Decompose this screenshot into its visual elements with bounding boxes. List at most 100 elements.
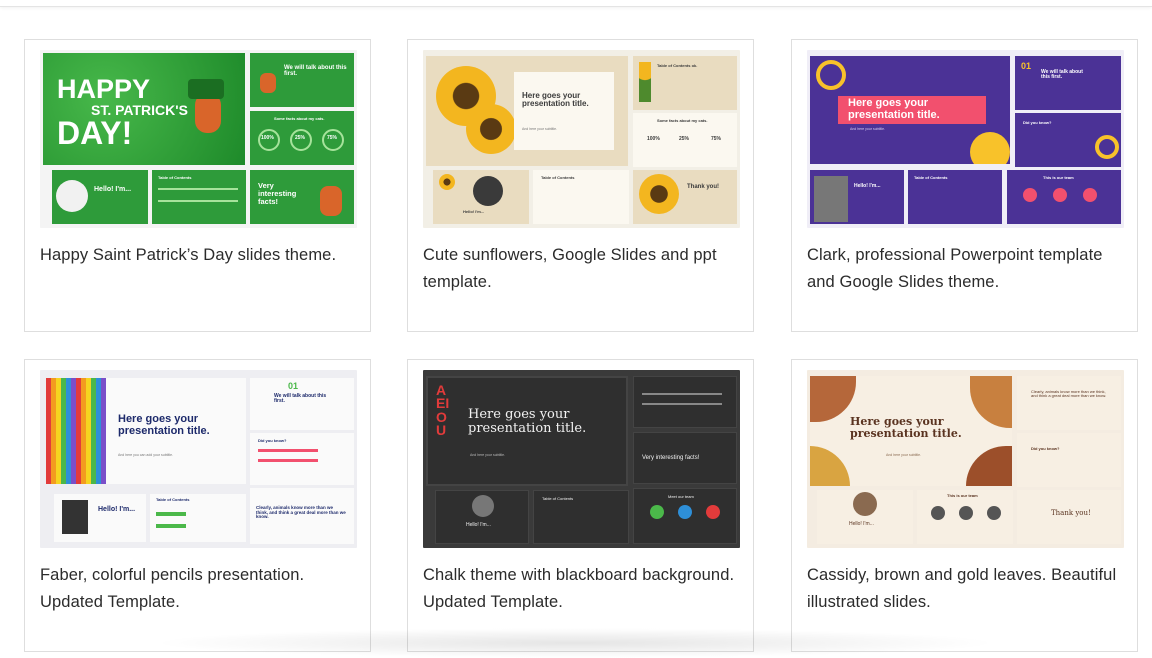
slide-preview-block [816, 60, 846, 90]
template-card-clark[interactable]: Here goes your presentation title. And h… [791, 39, 1138, 332]
slide-preview-block: 01 We will talk about this first. [250, 378, 354, 430]
slide-preview-block: Here goes your presentation title. And h… [426, 56, 628, 166]
slide-preview-block: Some facts about my cats. 100% 25% 75% [250, 111, 354, 165]
slide-preview-block: Table of Contents [533, 490, 629, 544]
slide-preview-text: And here your subtitle. [850, 127, 886, 131]
template-card-chalk[interactable]: AEIOU Here goes your presentation title.… [407, 359, 754, 652]
slide-preview-block [188, 79, 224, 99]
slide-preview-block [320, 186, 342, 216]
slide-preview-text: Hello! I'm... [466, 522, 491, 528]
slide-preview-block: Here goes your presentation title. And h… [810, 376, 1012, 486]
slide-preview-block: Here goes your presentation title. And h… [810, 56, 1010, 164]
slide-preview-text: 01 [1021, 61, 1032, 71]
card-caption[interactable]: Happy Saint Patrick’s Day slides theme. [40, 242, 358, 269]
thumbnail-faber[interactable]: Here goes your presentation title. And h… [40, 370, 357, 548]
slide-preview-text: Table of Contents [156, 497, 190, 502]
slide-preview-text: Thank you! [687, 184, 720, 190]
slide-preview-text: We will talk about this first. [1041, 69, 1083, 81]
slide-preview-block [46, 378, 106, 484]
thumbnail-chalk[interactable]: AEIOU Here goes your presentation title.… [423, 370, 740, 548]
slide-preview-block: Did you know? [250, 433, 354, 485]
card-caption[interactable]: Cassidy, brown and gold leaves. Beautifu… [807, 562, 1125, 616]
slide-preview-block: Here goes your presentation title. And h… [46, 378, 246, 484]
slide-preview-block [642, 393, 722, 395]
slide-preview-text: We will talk about this first. [274, 393, 327, 405]
slide-preview-text: Some facts about my cats. [274, 116, 325, 121]
slide-preview-block: Table of Contents [533, 170, 629, 224]
slide-preview-text: 25% [295, 135, 306, 141]
slide-preview-block [158, 200, 238, 202]
thumbnail-clark[interactable]: Here goes your presentation title. And h… [807, 50, 1124, 228]
slide-preview-block [156, 524, 186, 528]
slide-preview-text: Thank you! [1051, 509, 1091, 517]
slide-preview-block [1083, 188, 1097, 202]
slide-preview-text: This is our team [1043, 175, 1074, 180]
slide-preview-text: DAY! [57, 115, 133, 151]
slide-preview-text: And here you can add your subtitle. [118, 453, 174, 457]
slide-preview-text: Did you know? [258, 438, 287, 443]
slide-preview-block [810, 446, 850, 486]
slide-preview-text: Clearly, animals know more than we think… [1031, 389, 1107, 399]
slide-preview-block: Clearly, animals know more than we think… [1017, 376, 1121, 430]
card-caption[interactable]: Faber, colorful pencils presentation. Up… [40, 562, 358, 616]
slide-preview-text: Table of Contents ok. [657, 63, 698, 68]
slide-preview-block [642, 403, 722, 405]
slide-preview-text: Hello! I'm... [849, 521, 874, 527]
slide-preview-block [931, 506, 945, 520]
slide-preview-block: Hello! I'm... [817, 490, 913, 544]
card-caption[interactable]: Chalk theme with blackboard background. … [423, 562, 741, 616]
slide-preview-block [258, 449, 318, 452]
card-caption[interactable]: Clark, professional Powerpoint template … [807, 242, 1125, 296]
slide-preview-block: Hello! I'm... [54, 494, 146, 542]
slide-preview-text: And here your subtitle. [886, 453, 922, 457]
slide-preview-text: 01 [288, 381, 299, 391]
slide-preview-text: Table of Contents [541, 175, 575, 180]
slide-preview-block [514, 72, 614, 150]
slide-preview-text: Very interesting facts! [258, 181, 297, 206]
slide-preview-text: Table of Contents [158, 175, 192, 180]
slide-preview-text: And here your subtitle. [470, 453, 506, 457]
slide-preview-block [156, 512, 186, 516]
slide-preview-block: Hello! I'm... [52, 170, 148, 224]
template-card-sunflowers[interactable]: Here goes your presentation title. And h… [407, 39, 754, 332]
card-caption[interactable]: Cute sunflowers, Google Slides and ppt t… [423, 242, 741, 296]
template-card-cassidy[interactable]: Here goes your presentation title. And h… [791, 359, 1138, 652]
slide-preview-text: Here goes your presentation title. [522, 91, 589, 109]
slide-preview-text: This is our team [947, 493, 978, 498]
slide-preview-block: Very interesting facts! [250, 170, 354, 224]
slide-preview-text: We will talk about this first. [284, 65, 347, 78]
slide-preview-block [1023, 188, 1037, 202]
thumbnail-sunflowers[interactable]: Here goes your presentation title. And h… [423, 50, 740, 228]
slide-preview-block [158, 188, 238, 190]
slide-preview-block [970, 132, 1010, 164]
slide-preview-text: Hello! I'm... [94, 186, 132, 193]
slide-preview-block [706, 505, 720, 519]
slide-preview-block: Clearly, animals know more than we think… [250, 488, 354, 544]
slide-preview-block [1095, 135, 1119, 159]
slide-preview-block: Table of Contents ok. [633, 56, 737, 110]
top-bar [0, 0, 1152, 7]
slide-preview-block: Did you know? [1015, 113, 1121, 167]
slide-preview-block: We will talk about this first. [250, 53, 354, 107]
bottom-fade-shadow [150, 628, 1000, 658]
slide-preview-text: Here goes your presentation title. [468, 407, 587, 436]
template-card-faber[interactable]: Here goes your presentation title. And h… [24, 359, 371, 652]
slide-preview-block [439, 174, 455, 190]
thumbnail-cassidy[interactable]: Here goes your presentation title. And h… [807, 370, 1124, 548]
slide-preview-block [987, 506, 1001, 520]
thumbnail-saint-patricks[interactable]: HAPPY ST. PATRICK'S DAY! We will talk ab… [40, 50, 357, 228]
slide-preview-text: And here your subtitle. [522, 127, 558, 131]
slide-preview-block [472, 495, 494, 517]
slide-preview-text: 100% [261, 135, 274, 141]
slide-preview-text: Hello! I'm... [463, 209, 485, 214]
slide-preview-block [633, 376, 737, 428]
slide-preview-block: HAPPY ST. PATRICK'S DAY! [43, 53, 245, 165]
slide-preview-text: Here goes your presentation title. [118, 413, 210, 437]
slide-preview-text: HAPPY [57, 74, 151, 104]
slide-preview-block: Thank you! [1017, 490, 1121, 544]
template-card-saint-patricks[interactable]: HAPPY ST. PATRICK'S DAY! We will talk ab… [24, 39, 371, 332]
slide-preview-block [678, 505, 692, 519]
slide-preview-block [639, 62, 651, 102]
slide-preview-block [966, 446, 1012, 486]
slide-preview-block [650, 505, 664, 519]
